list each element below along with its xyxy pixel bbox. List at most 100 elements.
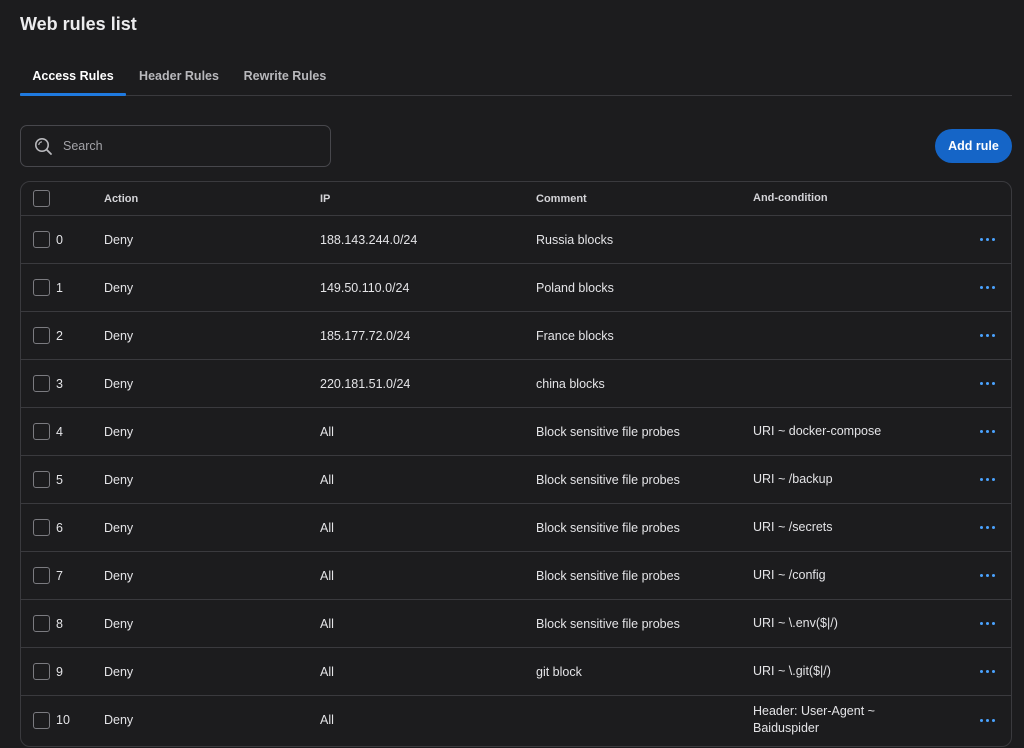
rule-action: Deny — [104, 616, 134, 631]
more-options-icon[interactable] — [979, 474, 995, 485]
rule-comment: Block sensitive file probes — [536, 472, 680, 487]
more-options-icon[interactable] — [979, 666, 995, 677]
more-options-icon[interactable] — [979, 715, 995, 726]
more-options-icon[interactable] — [979, 522, 995, 533]
row-checkbox[interactable] — [33, 615, 50, 632]
rule-ip: All — [320, 616, 334, 631]
rule-and-condition: URI ~ \.env($|/) — [753, 616, 838, 630]
rule-comment: Block sensitive file probes — [536, 616, 680, 631]
row-checkbox[interactable] — [33, 519, 50, 536]
rule-number: 2 — [56, 328, 63, 343]
table-row[interactable]: 6 Deny All Block sensitive file probes URI ~… — [21, 504, 1011, 552]
search-box — [20, 125, 331, 167]
row-checkbox[interactable] — [33, 279, 50, 296]
table-body: 0 Deny 188.143.244.0/24 Russia blocks 1 Deny 1… — [21, 216, 1011, 744]
more-options-icon[interactable] — [979, 570, 995, 581]
more-options-icon[interactable] — [979, 234, 995, 245]
row-checkbox[interactable] — [33, 375, 50, 392]
table-row[interactable]: 10 Deny All Header: User-Agent ~ Baiduspide… — [21, 696, 1011, 744]
rule-and-condition — [753, 360, 933, 407]
rule-number: 1 — [56, 280, 63, 295]
table-row[interactable]: 9 Deny All git block URI ~ \.git($|/) — [21, 648, 1011, 696]
row-checkbox[interactable] — [33, 663, 50, 680]
more-options-icon[interactable] — [979, 330, 995, 341]
rule-action: Deny — [104, 424, 134, 439]
table-row[interactable]: 0 Deny 188.143.244.0/24 Russia blocks — [21, 216, 1011, 264]
more-options-icon[interactable] — [979, 282, 995, 293]
rule-number: 3 — [56, 376, 63, 391]
rule-comment: china blocks — [536, 376, 605, 391]
rule-and-condition: URI ~ \.git($|/) — [753, 664, 831, 678]
rule-comment: Block sensitive file probes — [536, 520, 680, 535]
rule-and-condition: Header: User-Agent ~ Baiduspider — [753, 704, 875, 735]
tab-rewrite-rules[interactable]: Rewrite Rules — [232, 56, 338, 95]
row-checkbox[interactable] — [33, 711, 50, 729]
rule-ip: 188.143.244.0/24 — [320, 232, 418, 247]
rule-comment: git block — [536, 664, 582, 679]
rule-action: Deny — [104, 376, 134, 391]
rule-ip: All — [320, 568, 334, 583]
rule-number: 7 — [56, 568, 63, 583]
rule-action: Deny — [104, 568, 134, 583]
rule-and-condition: URI ~ /secrets — [753, 520, 833, 534]
table-row[interactable]: 7 Deny All Block sensitive file probes URI ~… — [21, 552, 1011, 600]
column-header-and-condition[interactable]: And-condition — [753, 182, 933, 215]
rule-number: 4 — [56, 424, 63, 439]
row-checkbox[interactable] — [33, 567, 50, 584]
rule-ip: All — [320, 424, 334, 439]
search-input[interactable] — [63, 139, 313, 153]
select-all-checkbox[interactable] — [33, 190, 50, 207]
rule-and-condition: URI ~ /config — [753, 568, 826, 582]
column-header-comment[interactable]: Comment — [536, 182, 587, 215]
table-row[interactable]: 3 Deny 220.181.51.0/24 china blocks — [21, 360, 1011, 408]
rule-number: 6 — [56, 520, 63, 535]
rule-comment: France blocks — [536, 328, 614, 343]
add-rule-button[interactable]: Add rule — [935, 129, 1012, 163]
tab-header-rules[interactable]: Header Rules — [126, 56, 232, 95]
rule-comment: Poland blocks — [536, 280, 614, 295]
rule-and-condition — [753, 312, 933, 359]
table-row[interactable]: 2 Deny 185.177.72.0/24 France blocks — [21, 312, 1011, 360]
rule-number: 9 — [56, 664, 63, 679]
more-options-icon[interactable] — [979, 378, 995, 389]
table-header-row: Action IP Comment And-condition — [21, 182, 1011, 216]
rule-comment: Block sensitive file probes — [536, 568, 680, 583]
rule-ip: All — [320, 664, 334, 679]
tab-access-rules[interactable]: Access Rules — [20, 56, 126, 96]
tab-bar: Access Rules Header Rules Rewrite Rules — [20, 56, 1012, 96]
row-checkbox[interactable] — [33, 327, 50, 344]
rule-and-condition: URI ~ docker-compose — [753, 424, 882, 438]
rule-comment: Block sensitive file probes — [536, 424, 680, 439]
rule-action: Deny — [104, 280, 134, 295]
rule-number: 10 — [56, 713, 70, 727]
row-checkbox[interactable] — [33, 231, 50, 248]
rule-and-condition — [753, 264, 933, 311]
rule-number: 5 — [56, 472, 63, 487]
rule-ip: 149.50.110.0/24 — [320, 280, 410, 295]
more-options-icon[interactable] — [979, 426, 995, 437]
rules-table: Action IP Comment And-condition 0 Deny 188… — [20, 181, 1012, 747]
rule-action: Deny — [104, 472, 134, 487]
rule-ip: 220.181.51.0/24 — [320, 376, 411, 391]
rule-action: Deny — [104, 232, 134, 247]
rule-action: Deny — [104, 664, 134, 679]
row-checkbox[interactable] — [33, 423, 50, 440]
rule-comment: Russia blocks — [536, 232, 614, 247]
search-icon — [33, 136, 53, 156]
page-title: Web rules list — [20, 14, 137, 34]
table-row[interactable]: 1 Deny 149.50.110.0/24 Poland blocks — [21, 264, 1011, 312]
row-checkbox[interactable] — [33, 471, 50, 488]
column-header-ip[interactable]: IP — [320, 182, 330, 215]
table-row[interactable]: 5 Deny All Block sensitive file probes URI ~… — [21, 456, 1011, 504]
rule-and-condition — [753, 216, 933, 263]
table-row[interactable]: 4 Deny All Block sensitive file probes URI ~… — [21, 408, 1011, 456]
more-options-icon[interactable] — [979, 618, 995, 629]
rule-ip: All — [320, 520, 334, 535]
rule-number: 0 — [56, 232, 63, 247]
rule-ip: All — [320, 713, 334, 727]
rule-action: Deny — [104, 328, 134, 343]
column-header-action[interactable]: Action — [104, 182, 138, 215]
rule-ip: All — [320, 472, 334, 487]
table-row[interactable]: 8 Deny All Block sensitive file probes URI ~… — [21, 600, 1011, 648]
rule-action: Deny — [104, 713, 134, 727]
